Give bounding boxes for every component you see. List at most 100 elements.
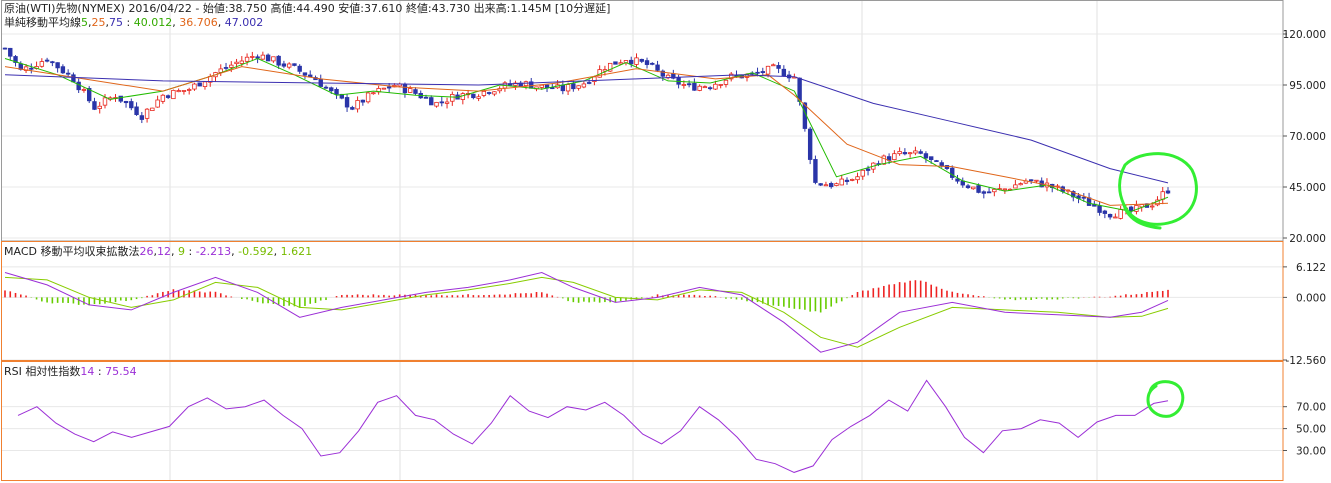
candle-body-169 [892,153,897,161]
chart-canvas: 120.000 95.000 70.000 45.000 20.000 6.122 0.00… [1,0,1326,481]
annotations [1118,152,1198,418]
candle-body-174 [918,151,923,154]
instrument-title: 原油(WTI)先物(NYMEX) [4,2,125,15]
candle-body-62 [329,87,334,92]
candle-body-162 [855,176,860,181]
candle-body-5 [29,67,34,70]
candle-body-90 [476,96,481,99]
header-open: 始値:38.750 [202,2,268,15]
candle-body-76 [402,83,408,94]
candle-body-188 [992,188,997,193]
candle-body-65 [344,97,350,108]
candle-body-151 [797,77,802,102]
candle-body-61 [323,86,329,89]
candle-body-164 [865,168,871,171]
candle-body-209 [1102,210,1108,214]
rsi-legend: RSI 相対性指数14 : 75.54 [4,365,137,378]
candle-body-29 [155,99,160,108]
candle-body-181 [955,178,960,182]
candle-body-211 [1113,216,1118,219]
candle-body-156 [823,184,829,187]
candle-body-31 [165,95,171,98]
candle-body-70 [371,92,376,95]
candle-body-77 [408,88,413,93]
rsi-period: 14 [80,365,95,378]
annotation-circle-rsi [1146,380,1185,418]
sma-sep: : [123,16,134,29]
candle-body-26 [139,115,145,120]
candle-body-13 [71,74,76,83]
sma-value-3: 47.002 [224,16,264,29]
axis-ticks: 120.000 95.000 70.000 45.000 20.000 6.122 0.00… [1283,29,1326,458]
candle-body-102 [539,84,544,88]
macd-period-1: 26 [139,245,154,258]
candle-body-67 [355,100,360,110]
candle-body-145 [765,65,771,75]
panel-frames [1,0,1284,481]
candle-body-18 [97,105,102,109]
candle-body-153 [807,128,813,160]
candle-body-35 [186,89,192,91]
candle-body-30 [160,94,166,102]
candle-body-176 [928,156,934,160]
candle-body-84 [444,101,450,104]
candle-body-185 [976,185,981,193]
candle-body-73 [386,86,392,89]
candle-body-171 [902,152,908,155]
candle-body-15 [81,89,87,91]
candle-body-196 [1034,179,1039,182]
rsi-label: RSI 相対性指数 [4,365,81,378]
candle-body-131 [692,83,697,91]
macd-tick-label-2: -12.560 [1285,355,1326,367]
header-volume: 出来高:1.145M [473,2,552,15]
candle-body-66 [350,107,355,110]
macd-line [4,271,1169,353]
header-low: 安値:37.610 [338,2,403,15]
candle-body-206 [1086,197,1092,206]
candle-body-28 [150,107,155,112]
sma-value-2: 36.706 [179,16,218,29]
candle-body-187 [986,191,992,194]
header-high: 高値:44.490 [270,2,335,15]
candle-body-24 [129,101,134,109]
candle-body-124 [655,64,660,71]
candle-body-134 [707,87,713,90]
rsi-line [17,379,1169,473]
candle-body-129 [681,84,687,86]
candle-body-135 [713,83,718,90]
candle-body-177 [934,160,939,162]
candle-body-212 [1118,208,1123,219]
rsi-frame [1,361,1284,481]
candle-body-159 [839,178,844,186]
macd-tick-label-0: 6.122 [1296,262,1326,274]
candle-body-25 [134,106,139,115]
candle-body-111 [586,82,592,84]
candle-body-119 [629,59,634,65]
candle-body-7 [39,61,45,67]
price-tick-label-2: 70.000 [1289,131,1326,143]
candle-body-218 [1150,205,1155,208]
candle-body-170 [897,151,902,155]
candle-body-180 [950,167,955,178]
candle-body-22 [118,95,123,102]
candle-body-208 [1097,205,1102,213]
candle-body-47 [250,56,255,58]
candle-body-23 [123,100,129,104]
candle-body-8 [44,59,50,62]
rsi-tick-label-2: 30.00 [1296,446,1326,458]
candle-body-91 [481,91,487,96]
macd-tick-label-1: 0.000 [1296,292,1326,304]
candle-body-89 [471,93,476,99]
macd-label: MACD 移動平均収束拡散法 [4,245,140,258]
candle-body-215 [1134,205,1139,212]
price-header: 原油(WTI)先物(NYMEX) 2016/04/22 - 始値:38.750 … [4,2,610,15]
candle-body-38 [202,81,208,88]
candle-body-205 [1081,196,1087,199]
rsi-sep: : [94,365,106,378]
candle-body-56 [297,65,302,72]
candle-body-10 [55,62,60,69]
candle-body-123 [650,62,655,65]
candle-body-69 [365,92,371,103]
candle-body-32 [171,89,176,100]
candle-body-183 [965,185,971,189]
